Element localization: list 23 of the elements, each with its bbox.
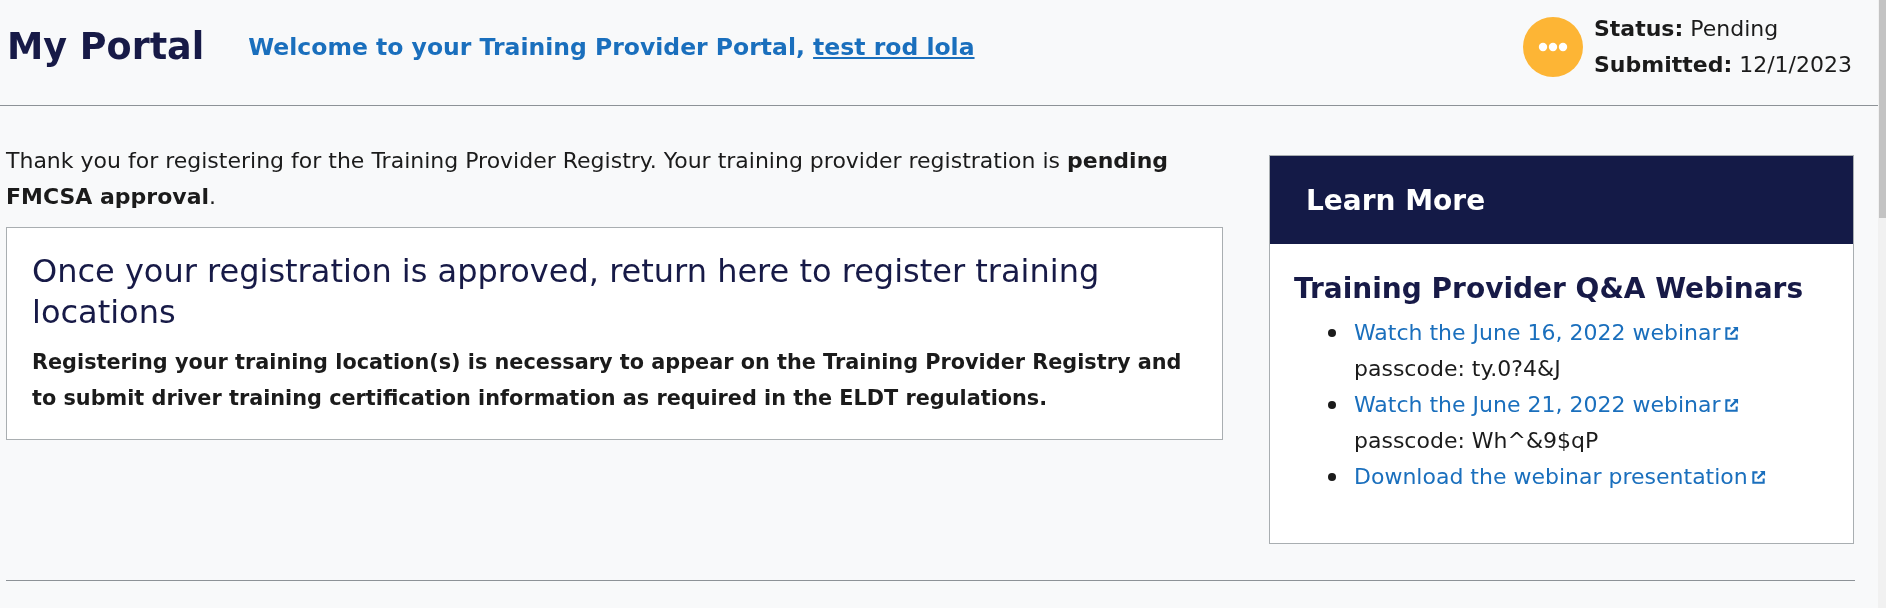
external-link-icon: [1750, 469, 1766, 485]
bullet-icon: [1328, 401, 1336, 409]
webinar-link[interactable]: Watch the June 21, 2022 webinar: [1354, 387, 1739, 423]
intro-paragraph: Thank you for registering for the Training Provider Registry. Your training provider registration is pending FMCSA approval.: [6, 147, 1170, 211]
status-text: Submitted: 12/1/2023: [1593, 50, 1852, 79]
passcode-text: passcode: Wh^&9$qP: [1354, 427, 1599, 455]
bullet-icon: [1328, 329, 1336, 337]
user-name-link[interactable]: test rod lola: [813, 32, 975, 61]
page-title: My Portal: [7, 24, 205, 69]
webinar-link[interactable]: Watch the June 16, 2022 webinar: [1354, 315, 1739, 351]
status-text: Status: Pending: [1593, 14, 1780, 43]
ellipsis-icon: [1522, 16, 1583, 77]
webinars-heading: Training Provider Q&A Webinars: [1294, 271, 1805, 307]
bullet-icon: [1328, 473, 1336, 481]
passcode-text: passcode: ty.0?4&J: [1354, 355, 1561, 383]
external-link-icon: [1723, 397, 1739, 413]
external-link-icon: [1723, 325, 1739, 341]
webinar-link[interactable]: Download the webinar presentation: [1354, 459, 1766, 495]
notice-heading: Once your registration is approved, return here to register training locations: [32, 251, 1101, 333]
card-title: Learn More: [1270, 156, 1853, 244]
notice-text: Registering your training location(s) is necessary to appear on the Training Provider Registry and to submit driver training certification information as required in the ELDT regulations.: [32, 349, 1183, 412]
welcome-message: Welcome to your Training Provider Portal, test rod lola: [248, 31, 975, 63]
scrollbar-thumb[interactable]: [1879, 0, 1886, 218]
